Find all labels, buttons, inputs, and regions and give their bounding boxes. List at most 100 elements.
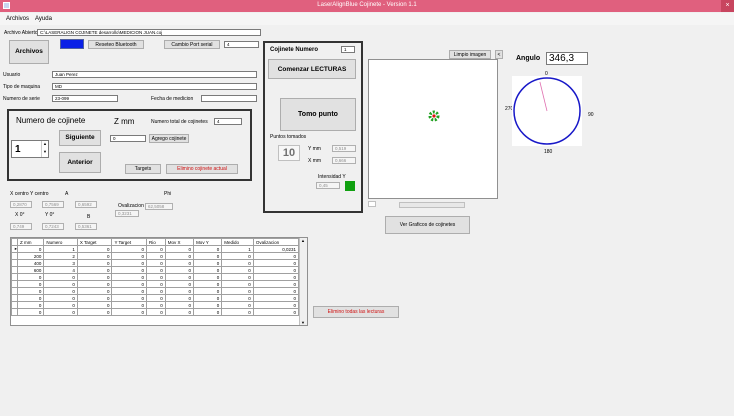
clear-image-button[interactable]: Limpio imagen bbox=[449, 50, 491, 59]
row-header[interactable]: ▸ bbox=[11, 245, 18, 253]
readings-table[interactable]: Z mm Numero X Target Y Target Rio Mov X Mov YM… bbox=[10, 237, 308, 326]
table-cell[interactable]: 0 bbox=[193, 266, 223, 274]
image-back-button[interactable]: < bbox=[495, 50, 503, 59]
table-cell[interactable]: 0 bbox=[164, 308, 195, 316]
table-cell[interactable]: 0 bbox=[164, 287, 195, 295]
table-cell[interactable]: 0 bbox=[16, 294, 45, 302]
table-cell[interactable]: 0 bbox=[193, 308, 223, 316]
column-header[interactable]: Ovalizacion bbox=[252, 238, 300, 246]
table-cell[interactable]: 0 bbox=[145, 301, 166, 309]
previous-bearing-button[interactable]: Anterior bbox=[59, 152, 101, 173]
table-cell[interactable]: 0 bbox=[16, 245, 45, 253]
table-cell[interactable]: 0 bbox=[111, 308, 147, 316]
table-cell[interactable]: 0 bbox=[111, 266, 147, 274]
table-cell[interactable]: 0 bbox=[221, 280, 254, 288]
table-cell[interactable]: 0 bbox=[145, 273, 166, 281]
table-cell[interactable]: 0 bbox=[193, 245, 223, 253]
table-cell[interactable]: 0 bbox=[111, 280, 147, 288]
column-header[interactable]: Rio bbox=[145, 238, 166, 246]
delete-bearing-button[interactable]: Elimino cojinete actual bbox=[166, 164, 238, 174]
table-cell[interactable]: 0 bbox=[193, 259, 223, 267]
table-cell[interactable]: 3 bbox=[43, 259, 78, 267]
column-header[interactable]: Numero bbox=[43, 238, 78, 246]
next-bearing-button[interactable]: Siguiente bbox=[59, 130, 101, 146]
table-cell[interactable]: 0 bbox=[221, 266, 254, 274]
reading-number-field[interactable]: 1 bbox=[341, 46, 355, 53]
table-cell[interactable]: 0 bbox=[76, 259, 113, 267]
table-cell[interactable]: 0 bbox=[43, 301, 78, 309]
serial-port-field[interactable]: 4 bbox=[224, 41, 259, 48]
bluetooth-reset-button[interactable]: Reseteo Bluetooth bbox=[88, 40, 144, 49]
table-cell[interactable]: 0 bbox=[145, 245, 166, 253]
start-readings-button[interactable]: Comenzar LECTURAS bbox=[268, 59, 356, 79]
column-header[interactable]: Mov X bbox=[164, 238, 195, 246]
table-row[interactable]: 400 3 0 0 0 0 0 0 0 bbox=[11, 259, 300, 267]
table-cell[interactable]: 0 bbox=[221, 294, 254, 302]
table-cell[interactable]: 0 bbox=[164, 266, 195, 274]
table-cell[interactable]: 0 bbox=[252, 252, 300, 260]
table-cell[interactable]: 0 bbox=[252, 259, 300, 267]
table-cell[interactable]: 0 bbox=[76, 280, 113, 288]
table-cell[interactable]: 0 bbox=[221, 308, 254, 316]
table-cell[interactable]: 0 bbox=[193, 294, 223, 302]
table-cell[interactable]: 0 bbox=[43, 308, 78, 316]
table-cell[interactable]: 0 bbox=[145, 252, 166, 260]
table-cell[interactable]: 0 bbox=[193, 287, 223, 295]
spinner-up-icon[interactable]: ▲ bbox=[41, 141, 48, 149]
take-point-button[interactable]: Tomo punto bbox=[280, 98, 356, 131]
total-bearings-field[interactable]: 4 bbox=[214, 118, 242, 125]
table-cell[interactable]: 0 bbox=[164, 245, 195, 253]
table-cell[interactable]: 0 bbox=[193, 280, 223, 288]
column-header[interactable]: Y Target bbox=[111, 238, 147, 246]
table-cell[interactable]: 0 bbox=[76, 287, 113, 295]
table-cell[interactable]: 0 bbox=[76, 308, 113, 316]
table-cell[interactable]: 0 bbox=[43, 294, 78, 302]
machine-field[interactable]: MD bbox=[52, 83, 257, 90]
open-file-button[interactable]: Archivos bbox=[9, 40, 49, 64]
table-cell[interactable]: 0 bbox=[221, 252, 254, 260]
table-cell[interactable]: 0 bbox=[145, 280, 166, 288]
table-row[interactable]: 000000000 bbox=[11, 280, 300, 288]
table-cell[interactable]: 0 bbox=[193, 301, 223, 309]
table-cell[interactable]: 0 bbox=[111, 252, 147, 260]
table-row[interactable]: 200 2 0 0 0 0 0 0 0 bbox=[11, 252, 300, 260]
scroll-up-icon[interactable]: ▲ bbox=[301, 238, 305, 243]
z-value-field[interactable]: 0 bbox=[110, 135, 146, 142]
table-row[interactable]: 000000000 bbox=[11, 294, 300, 302]
table-cell[interactable]: 400 bbox=[16, 259, 45, 267]
table-cell[interactable]: 200 bbox=[16, 252, 45, 260]
serial-port-button[interactable]: Cambio Port serial bbox=[164, 40, 220, 49]
table-cell[interactable]: 0 bbox=[145, 266, 166, 274]
table-cell[interactable]: 0 bbox=[76, 301, 113, 309]
spinner-down-icon[interactable]: ▼ bbox=[41, 149, 48, 157]
table-cell[interactable]: 4 bbox=[43, 266, 78, 274]
table-cell[interactable]: 0 bbox=[164, 259, 195, 267]
table-cell[interactable]: 0 bbox=[111, 259, 147, 267]
table-row[interactable]: 000000000 bbox=[11, 308, 300, 316]
column-header[interactable]: X Target bbox=[76, 238, 113, 246]
table-cell[interactable]: 0 bbox=[193, 252, 223, 260]
table-cell[interactable]: 1 bbox=[43, 245, 78, 253]
menu-archivos[interactable]: Archivos bbox=[6, 16, 29, 22]
table-cell[interactable]: 0 bbox=[76, 252, 113, 260]
table-cell[interactable]: 0 bbox=[221, 287, 254, 295]
table-cell[interactable]: 0 bbox=[111, 245, 147, 253]
serial-number-field[interactable]: 23-099 bbox=[52, 95, 118, 102]
table-cell[interactable]: 0 bbox=[111, 294, 147, 302]
table-cell[interactable]: 0 bbox=[252, 301, 300, 309]
targets-button[interactable]: Targets bbox=[125, 164, 161, 174]
table-cell[interactable]: 0 bbox=[252, 294, 300, 302]
table-cell[interactable]: 0 bbox=[221, 301, 254, 309]
scroll-down-icon[interactable]: ▼ bbox=[301, 320, 305, 325]
table-cell[interactable]: 0 bbox=[16, 308, 45, 316]
table-cell[interactable]: 0 bbox=[252, 287, 300, 295]
table-cell[interactable]: 0 bbox=[164, 273, 195, 281]
table-cell[interactable]: 0,0231 bbox=[252, 245, 300, 253]
table-cell[interactable]: 2 bbox=[43, 252, 78, 260]
delete-all-readings-button[interactable]: Elimino todas las lecturas bbox=[313, 306, 399, 318]
table-row[interactable]: 000000000 bbox=[11, 273, 300, 281]
menu-ayuda[interactable]: Ayuda bbox=[35, 16, 52, 22]
table-cell[interactable]: 0 bbox=[16, 287, 45, 295]
table-cell[interactable]: 0 bbox=[43, 280, 78, 288]
table-cell[interactable]: 0 bbox=[16, 280, 45, 288]
